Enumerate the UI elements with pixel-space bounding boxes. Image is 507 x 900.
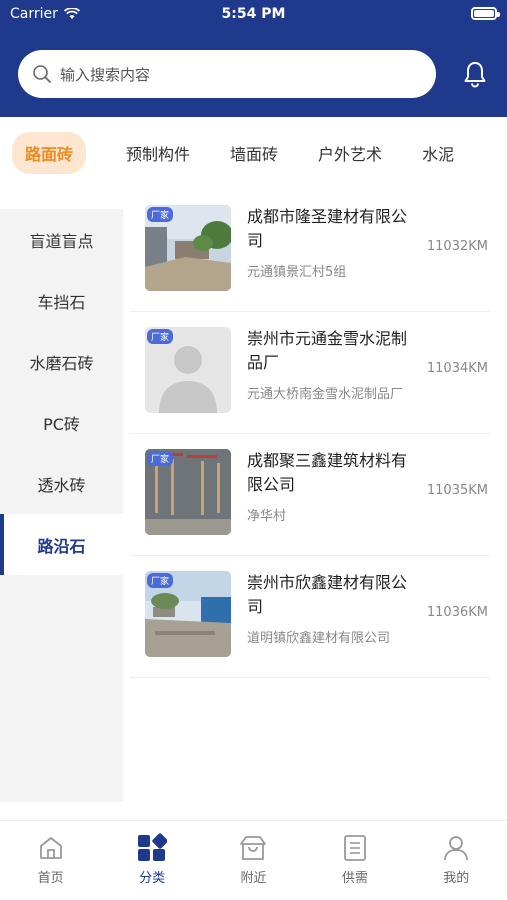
supplier-address: 净华村: [247, 509, 287, 524]
sidebar-item-permeable-brick[interactable]: 透水砖: [0, 453, 123, 514]
tab-road-tiles[interactable]: 路面砖: [12, 132, 87, 174]
sidebar-item-curbstone[interactable]: 路沿石: [0, 514, 123, 575]
supplier-photo: 厂家: [145, 205, 231, 291]
supplier-distance: 11034KM: [426, 361, 488, 376]
supplier-address: 元通大桥南金雪水泥制品厂: [247, 387, 404, 402]
tabbar-label: 附近: [240, 871, 267, 886]
status-time: 5:54 PM: [221, 6, 286, 22]
sidebar-item-tactile[interactable]: 盲道盲点: [0, 209, 123, 270]
notification-button[interactable]: [461, 58, 489, 90]
supplier-name: 成都聚三鑫建筑材料有限公司: [247, 451, 408, 494]
list-item[interactable]: 厂家 崇州市元通金雪水泥制品厂 元通大桥南金雪水泥制品厂 11034KM: [130, 312, 490, 434]
supplier-name: 崇州市欣鑫建材有限公司: [247, 573, 408, 616]
search-icon: [33, 65, 51, 83]
search-input[interactable]: 输入搜索内容: [18, 50, 436, 98]
supplier-address: 道明镇欣鑫建材有限公司: [247, 631, 391, 646]
list-item[interactable]: 厂家 成都聚三鑫建筑材料有限公司 净华村 11035KM: [130, 434, 490, 556]
supplier-photo: 厂家: [145, 449, 231, 535]
manufacturer-badge: 厂家: [147, 573, 174, 588]
nearby-icon: [240, 836, 267, 860]
battery-icon: [471, 7, 500, 20]
tab-wall-tiles[interactable]: 墙面砖: [230, 141, 278, 165]
category-tabs: 路面砖 预制构件 墙面砖 户外艺术 水泥: [0, 117, 507, 189]
supplier-distance: 11035KM: [426, 483, 488, 498]
manufacturer-badge: 厂家: [147, 329, 174, 344]
supplier-distance: 11036KM: [426, 605, 488, 620]
supplier-list: 厂家 成都市隆圣建材有限公司 元通镇景汇村5组 11032KM 厂家 崇州市元通…: [130, 190, 490, 678]
supplier-name: 成都市隆圣建材有限公司: [247, 207, 408, 250]
bottom-tab-bar: 首页 分类 附近 供需 我的: [0, 820, 507, 900]
search-placeholder: 输入搜索内容: [60, 65, 151, 84]
tab-cement[interactable]: 水泥: [422, 141, 454, 165]
tabbar-label: 分类: [139, 871, 166, 886]
tabbar-item-supply-demand[interactable]: 供需: [315, 833, 395, 900]
sidebar-item-bollard-stone[interactable]: 车挡石: [0, 270, 123, 331]
manufacturer-badge: 厂家: [147, 451, 174, 466]
status-bar: Carrier 5:54 PM: [0, 0, 507, 28]
tabbar-item-nearby[interactable]: 附近: [213, 833, 293, 900]
list-item[interactable]: 厂家 成都市隆圣建材有限公司 元通镇景汇村5组 11032KM: [130, 190, 490, 312]
supplier-address: 元通镇景汇村5组: [247, 265, 347, 280]
tabbar-item-category[interactable]: 分类: [112, 833, 192, 900]
battery-level: [474, 10, 494, 17]
bell-icon: [464, 62, 486, 88]
sidebar-item-terrazzo[interactable]: 水磨石砖: [0, 331, 123, 392]
supplier-distance: 11032KM: [426, 239, 488, 254]
tabbar-label: 我的: [443, 871, 470, 886]
home-icon: [39, 837, 62, 859]
supplier-name: 崇州市元通金雪水泥制品厂: [247, 329, 408, 372]
list-item[interactable]: 厂家 崇州市欣鑫建材有限公司 道明镇欣鑫建材有限公司 11036KM: [130, 556, 490, 678]
category-icon: [138, 833, 168, 861]
supplier-photo-placeholder: 厂家: [145, 327, 231, 413]
profile-icon: [444, 836, 469, 861]
tabbar-label: 首页: [37, 871, 64, 886]
tab-outdoor-art[interactable]: 户外艺术: [318, 141, 382, 165]
supplier-photo: 厂家: [145, 571, 231, 657]
subcategory-sidebar: 盲道盲点 车挡石 水磨石砖 PC砖 透水砖 路沿石: [0, 209, 123, 802]
tab-precast-components[interactable]: 预制构件: [126, 141, 190, 165]
tabbar-label: 供需: [341, 871, 368, 886]
sidebar-item-pc-brick[interactable]: PC砖: [0, 392, 123, 453]
supply-demand-icon: [343, 835, 366, 861]
tabbar-item-profile[interactable]: 我的: [416, 833, 496, 900]
header: Carrier 5:54 PM 输入搜索内容: [0, 0, 507, 117]
tabbar-item-home[interactable]: 首页: [11, 833, 91, 900]
manufacturer-badge: 厂家: [147, 207, 174, 222]
